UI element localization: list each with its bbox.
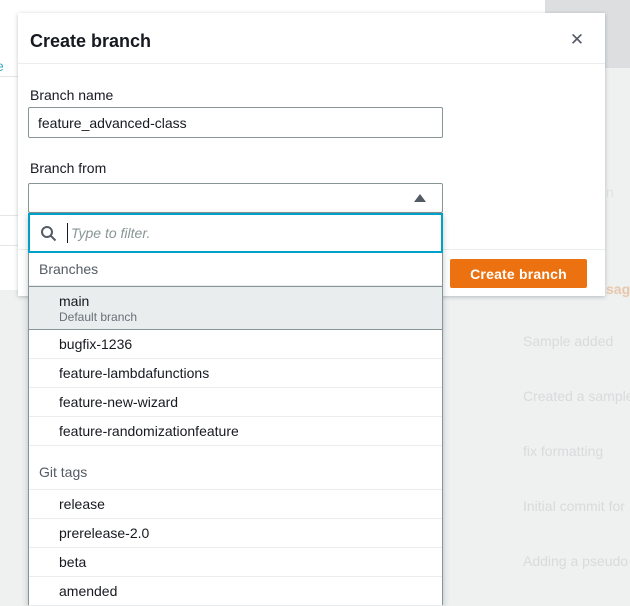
dropdown-option-feature-new-wizard[interactable]: feature-new-wizard <box>29 388 442 417</box>
dropdown-option-release[interactable]: release <box>29 490 442 519</box>
background-header-strip <box>545 0 630 13</box>
option-label: feature-lambdafunctions <box>59 365 442 381</box>
background-text: Initial commit for <box>523 498 625 514</box>
dropdown-option-beta[interactable]: beta <box>29 548 442 577</box>
group-header: Git tags <box>29 446 442 490</box>
dropdown-option-main[interactable]: mainDefault branch <box>29 286 442 330</box>
option-label: amended <box>59 583 442 599</box>
create-branch-button[interactable]: Create branch <box>450 259 587 288</box>
filter-placeholder: Type to filter. <box>71 225 150 241</box>
branch-name-input[interactable] <box>28 107 443 138</box>
background-text: Created a sample <box>523 388 630 404</box>
background-text: Sample added <box>523 333 613 349</box>
background-text: Adding a pseudo <box>523 553 628 569</box>
option-description: Default branch <box>59 310 442 324</box>
background-link-fragment: e <box>0 58 4 74</box>
dropdown-group: BranchesmainDefault branchbugfix-1236fea… <box>29 253 442 446</box>
option-label: bugfix-1236 <box>59 336 442 352</box>
branch-dropdown-list: BranchesmainDefault branchbugfix-1236fea… <box>29 253 442 606</box>
option-label: feature-new-wizard <box>59 394 442 410</box>
group-header: Branches <box>29 253 442 286</box>
background-divider <box>0 245 18 246</box>
background-divider <box>0 76 18 77</box>
text-cursor <box>67 223 68 243</box>
option-label: feature-randomizationfeature <box>59 423 442 439</box>
branch-from-select[interactable] <box>28 183 443 213</box>
option-label: beta <box>59 554 442 570</box>
background-text-fragment: sage <box>606 281 630 297</box>
background-text-fragment: n <box>606 184 614 200</box>
dropdown-option-prerelease-2.0[interactable]: prerelease-2.0 <box>29 519 442 548</box>
close-icon[interactable]: ✕ <box>567 30 587 50</box>
dropdown-option-amended[interactable]: amended <box>29 577 442 606</box>
background-header-strip-right <box>605 13 630 68</box>
dropdown-option-bugfix-1236[interactable]: bugfix-1236 <box>29 330 442 359</box>
option-label: prerelease-2.0 <box>59 525 442 541</box>
option-label: main <box>59 293 442 309</box>
background-divider <box>0 215 18 216</box>
triangle-up-icon <box>414 194 426 202</box>
modal-title: Create branch <box>30 31 151 52</box>
dropdown-option-feature-lambdafunctions[interactable]: feature-lambdafunctions <box>29 359 442 388</box>
dropdown-group: Git tags release prerelease-2.0 beta amended <box>29 446 442 606</box>
branch-from-label: Branch from <box>30 160 106 176</box>
background-text: fix formatting <box>523 443 603 459</box>
branch-from-dropdown-panel: Type to filter. BranchesmainDefault bran… <box>28 213 443 605</box>
background-page-left <box>0 0 18 290</box>
option-label: release <box>59 496 442 512</box>
dropdown-option-feature-randomizationfeature[interactable]: feature-randomizationfeature <box>29 417 442 446</box>
filter-input[interactable]: Type to filter. <box>28 213 443 253</box>
search-icon <box>40 225 57 242</box>
branch-name-label: Branch name <box>30 87 113 103</box>
modal-header: Create branch ✕ <box>18 13 605 64</box>
